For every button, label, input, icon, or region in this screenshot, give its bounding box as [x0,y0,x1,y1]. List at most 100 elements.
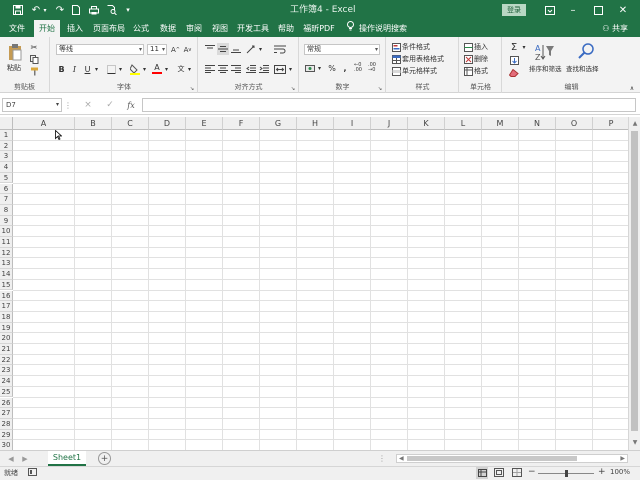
row-header-2[interactable]: 2 [0,140,13,152]
page-layout-view-icon[interactable] [494,468,504,479]
sort-filter-label[interactable]: 排序和筛选 [529,63,562,73]
scroll-down-icon[interactable]: ▼ [630,437,640,447]
tab-help[interactable]: 帮助 [274,20,298,37]
font-color-icon[interactable]: A [151,63,163,75]
chevron-down-icon[interactable]: ▾ [316,62,323,74]
row-header-28[interactable]: 28 [0,418,13,430]
increase-indent-icon[interactable] [258,63,270,75]
customize-icon[interactable]: ▾ [120,0,136,20]
row-header-25[interactable]: 25 [0,386,13,398]
sheet-tab-sheet1[interactable]: Sheet1 [48,451,86,466]
insert-cells-button[interactable]: 插入 [474,42,488,52]
worksheet-grid[interactable]: A B C D E F G H I J K L M N O P 1 2 3 4 5 6 7 8 9 10 11 12 13 14 15 16 1… [0,117,628,450]
chevron-down-icon[interactable]: ▾ [521,41,527,53]
bold-button[interactable]: B [56,63,67,75]
scroll-thumb[interactable] [407,456,577,461]
row-header-19[interactable]: 19 [0,322,13,334]
restore-icon[interactable] [585,0,611,20]
decrease-font-icon[interactable]: Av [182,44,193,55]
row-header-1[interactable]: 1 [0,130,13,141]
column-header-a[interactable]: A [13,117,75,130]
sort-filter-icon[interactable]: AZ [533,41,557,63]
row-header-21[interactable]: 21 [0,344,13,355]
column-header-h[interactable]: H [297,117,334,130]
column-header-i[interactable]: I [334,117,371,130]
dialog-launcher-icon[interactable]: ↘ [290,86,296,92]
tab-formulas[interactable]: 公式 [130,20,152,37]
percent-button[interactable]: % [326,62,338,74]
undo-dropdown-icon[interactable]: ▾ [40,0,50,20]
column-header-d[interactable]: D [149,117,186,130]
zoom-in-icon[interactable]: + [598,467,606,477]
conditional-format-button[interactable]: 条件格式 [402,42,430,52]
font-name-select[interactable]: 等线 ▾ [56,44,144,55]
add-sheet-button[interactable]: + [98,452,111,465]
chevron-down-icon[interactable]: ▾ [163,63,170,75]
format-as-table-button[interactable]: 套用表格格式 [402,54,444,64]
row-header-5[interactable]: 5 [0,172,13,184]
redo-icon[interactable]: ↷ [52,0,68,20]
column-header-f[interactable]: F [223,117,260,130]
align-left-icon[interactable] [204,63,216,75]
scroll-right-icon[interactable]: ▶ [20,453,30,464]
row-header-30[interactable]: 30 [0,440,13,450]
column-header-k[interactable]: K [408,117,445,130]
wrap-text-icon[interactable] [273,43,287,55]
row-header-29[interactable]: 29 [0,429,13,441]
select-all-corner[interactable] [0,117,13,130]
tab-file[interactable]: 文件 [4,20,30,37]
align-center-icon[interactable] [217,63,229,75]
column-header-e[interactable]: E [186,117,223,130]
clear-icon[interactable] [508,67,520,79]
normal-view-icon[interactable] [476,467,488,479]
delete-cells-button[interactable]: 删除 [474,54,488,64]
dialog-launcher-icon[interactable]: ↘ [189,86,195,92]
name-box[interactable]: D7 ▾ [2,98,62,112]
cut-icon[interactable]: ✂ [28,42,40,52]
align-bottom-icon[interactable] [230,43,242,55]
row-header-7[interactable]: 7 [0,194,13,205]
scroll-thumb[interactable] [631,131,638,431]
vertical-scrollbar[interactable]: ▲ ▼ [628,117,640,450]
column-header-g[interactable]: G [260,117,297,130]
row-header-10[interactable]: 10 [0,226,13,237]
find-select-icon[interactable] [575,40,597,62]
enter-icon[interactable]: ✓ [104,99,116,111]
column-header-m[interactable]: M [482,117,519,130]
decrease-indent-icon[interactable] [245,63,257,75]
save-icon[interactable] [10,0,26,20]
chevron-down-icon[interactable]: ▾ [141,63,148,75]
row-header-15[interactable]: 15 [0,279,13,291]
tab-home[interactable]: 开始 [34,20,60,37]
tab-insert[interactable]: 插入 [62,20,88,37]
row-header-11[interactable]: 11 [0,237,13,248]
tab-page-layout[interactable]: 页面布局 [90,20,128,37]
column-header-l[interactable]: L [445,117,482,130]
align-top-icon[interactable] [204,43,216,55]
tell-me-search[interactable]: 操作说明搜索 [358,20,408,37]
format-painter-icon[interactable] [28,66,40,76]
chevron-down-icon[interactable]: ▾ [287,63,294,75]
tab-review[interactable]: 审阅 [182,20,206,37]
underline-button[interactable]: U [82,63,93,75]
row-header-23[interactable]: 23 [0,365,13,377]
page-break-view-icon[interactable] [512,468,522,479]
close-icon[interactable]: ✕ [610,0,636,20]
paste-label[interactable]: 粘贴 [7,63,21,73]
zoom-out-icon[interactable]: − [528,467,536,477]
row-header-20[interactable]: 20 [0,333,13,344]
dialog-launcher-icon[interactable]: ↘ [377,86,383,92]
copy-icon[interactable] [28,54,40,64]
merge-center-icon[interactable] [273,63,287,75]
increase-font-icon[interactable]: A ^ [170,44,181,55]
column-header-o[interactable]: O [556,117,593,130]
row-header-4[interactable]: 4 [0,162,13,173]
collapse-ribbon-icon[interactable]: ∧ [628,85,636,92]
cell-styles-button[interactable]: 单元格样式 [402,66,437,76]
zoom-level[interactable]: 100% [610,468,630,476]
column-header-p[interactable]: P [593,117,628,130]
tab-view[interactable]: 视图 [208,20,232,37]
decrease-decimal-icon[interactable]: .00 →0 [366,62,378,74]
fill-icon[interactable] [508,54,520,66]
row-header-8[interactable]: 8 [0,204,13,216]
